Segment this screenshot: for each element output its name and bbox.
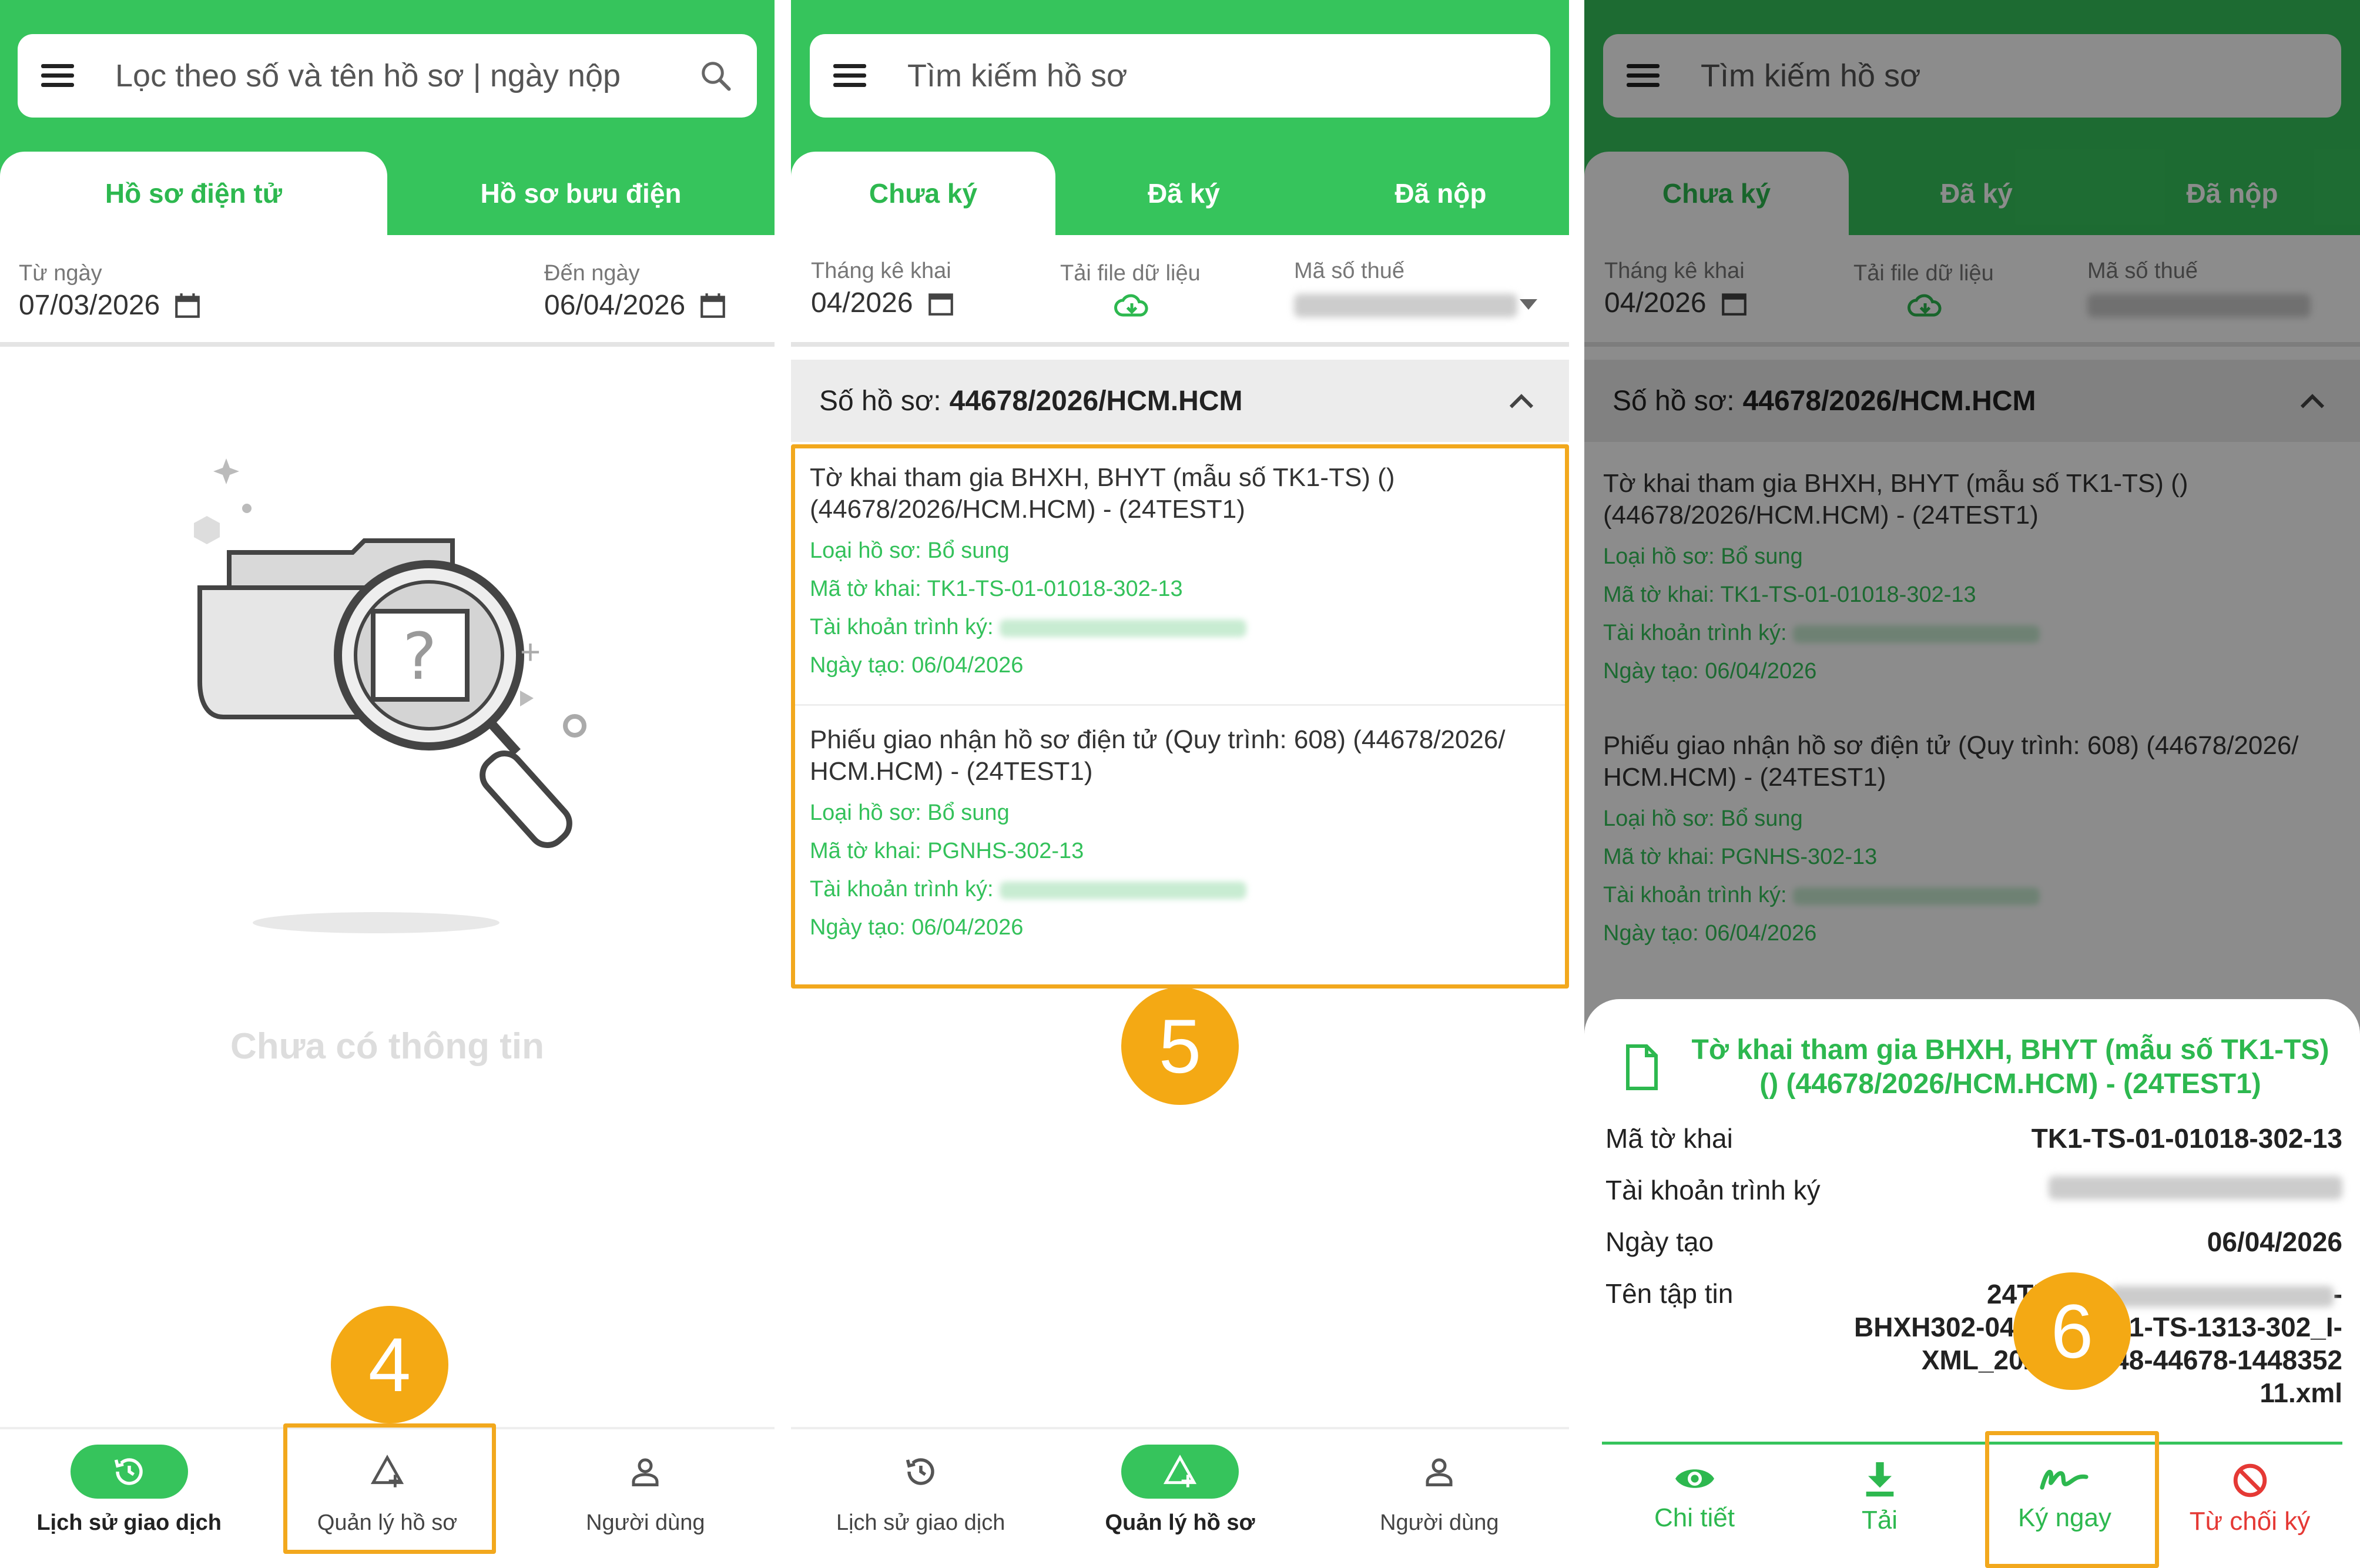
document-add-icon xyxy=(1163,1455,1197,1487)
account-label: Tài khoản trình ký xyxy=(1605,1175,1821,1205)
search-bar[interactable]: Lọc theo số và tên hồ sơ | ngày nộp xyxy=(18,34,757,118)
document-icon xyxy=(1626,1044,1658,1090)
step-highlight xyxy=(791,444,1569,989)
nav-document-management[interactable]: Quản lý hồ sơ xyxy=(1050,1429,1309,1568)
action-bar: Chi tiết Tải Ký ngay Từ chối ký xyxy=(1602,1442,2342,1568)
tax-code-value-redacted[interactable] xyxy=(1294,294,1517,317)
user-icon xyxy=(1426,1458,1453,1486)
account-value-redacted xyxy=(2049,1174,2342,1206)
svg-text:+: + xyxy=(520,632,541,672)
sheet-title: Tờ khai tham gia BHXH, BHYT (mẫu số TK1-… xyxy=(1691,1034,2329,1100)
screen-unsigned-documents: Tìm kiếm hồ sơ Chưa ký Đã ký Đã nộp Thán… xyxy=(791,0,1569,1568)
document-action-sheet: Tờ khai tham gia BHXH, BHYT (mẫu số TK1-… xyxy=(1584,999,2360,1568)
download-data-label[interactable]: Tải file dữ liệu xyxy=(1060,261,1201,286)
tab-electronic-records[interactable]: Hồ sơ điện tử xyxy=(0,152,387,235)
download-label: Tải xyxy=(1861,1506,1898,1535)
search-input[interactable]: Lọc theo số và tên hồ sơ | ngày nộp xyxy=(115,58,698,94)
month-field[interactable]: 04/2026 xyxy=(811,287,956,319)
bottom-navigation: Lịch sử giao dịch Quản lý hồ sơ Người dù… xyxy=(791,1427,1569,1568)
screen-document-management-empty: Lọc theo số và tên hồ sơ | ngày nộp Hồ s… xyxy=(0,0,775,1568)
empty-state-text: Chưa có thông tin xyxy=(230,1026,544,1067)
detail-row-account: Tài khoản trình ký xyxy=(1605,1174,2342,1206)
tax-code-label: Mã số thuế xyxy=(1294,259,1404,283)
to-date-label: Đến ngày xyxy=(544,261,640,286)
step-highlight xyxy=(1985,1431,2159,1568)
user-icon xyxy=(632,1458,659,1486)
nav-label: Lịch sử giao dịch xyxy=(36,1510,222,1535)
calendar-icon xyxy=(928,293,953,316)
detail-label: Chi tiết xyxy=(1654,1503,1735,1532)
nav-transaction-history[interactable]: Lịch sử giao dịch xyxy=(0,1429,258,1568)
to-date-field[interactable]: 06/04/2026 xyxy=(544,289,728,321)
screen-document-action-sheet: Tìm kiếm hồ sơ Chưa ký Đã ký Đã nộp Thán… xyxy=(1584,0,2360,1568)
search-icon[interactable] xyxy=(698,58,733,93)
record-number-value: 44678/2026/HCM.HCM xyxy=(949,385,1243,417)
history-icon xyxy=(906,1458,934,1485)
dropdown-icon[interactable] xyxy=(1520,299,1537,310)
step-badge: 6 xyxy=(2013,1272,2131,1390)
chevron-up-icon[interactable] xyxy=(1509,392,1534,410)
calendar-icon xyxy=(700,293,726,318)
nav-label: Người dùng xyxy=(586,1510,705,1535)
from-date-field[interactable]: 07/03/2026 xyxy=(19,289,202,321)
step-badge: 4 xyxy=(331,1306,448,1423)
filter-row: Tháng kê khai 04/2026 Tải file dữ liệu M… xyxy=(791,235,1569,347)
nav-label: Quản lý hồ sơ xyxy=(1105,1510,1255,1535)
history-icon xyxy=(114,1458,143,1485)
from-date-value: 07/03/2026 xyxy=(19,290,160,321)
nav-user[interactable]: Người dùng xyxy=(517,1429,775,1568)
filename-label: Tên tập tin xyxy=(1605,1278,1734,1309)
tab-unsigned[interactable]: Chưa ký xyxy=(791,152,1055,235)
block-icon xyxy=(2233,1463,2267,1497)
reject-sign-button[interactable]: Từ chối ký xyxy=(2157,1445,2342,1568)
eye-icon xyxy=(1675,1469,1714,1488)
created-value: 06/04/2026 xyxy=(2207,1227,2342,1257)
detail-row-code: Mã tờ khai TK1-TS-01-01018-302-13 xyxy=(1605,1123,2342,1154)
date-filters: Từ ngày 07/03/2026 Đến ngày 06/04/2026 xyxy=(0,235,775,347)
nav-transaction-history[interactable]: Lịch sử giao dịch xyxy=(791,1429,1050,1568)
calendar-icon xyxy=(175,293,200,318)
tab-bar: Chưa ký Đã ký Đã nộp xyxy=(791,152,1569,235)
download-button[interactable]: Tải xyxy=(1787,1445,1972,1568)
reject-sign-label: Từ chối ký xyxy=(2189,1507,2311,1536)
nav-user[interactable]: Người dùng xyxy=(1310,1429,1569,1568)
menu-icon[interactable] xyxy=(833,64,866,88)
created-label: Ngày tạo xyxy=(1605,1227,1714,1257)
search-bar[interactable]: Tìm kiếm hồ sơ xyxy=(810,34,1550,118)
month-value: 04/2026 xyxy=(811,287,913,319)
from-date-label: Từ ngày xyxy=(19,261,102,286)
detail-row-filename: Tên tập tin 24TEST1-- BHXH302-04-2026-TK… xyxy=(1605,1278,2342,1408)
code-value: TK1-TS-01-01018-302-13 xyxy=(2031,1123,2342,1154)
detail-row-created: Ngày tạo 06/04/2026 xyxy=(1605,1226,2342,1258)
nav-label: Người dùng xyxy=(1380,1510,1499,1535)
download-icon xyxy=(1866,1462,1893,1497)
empty-folder-illustration-icon: ? + xyxy=(194,458,586,933)
tab-submitted[interactable]: Đã nộp xyxy=(1312,152,1569,235)
step-highlight xyxy=(283,1423,496,1554)
record-group-header[interactable]: Số hồ sơ: 44678/2026/HCM.HCM xyxy=(791,360,1569,442)
svg-text:?: ? xyxy=(403,619,437,694)
search-input[interactable]: Tìm kiếm hồ sơ xyxy=(907,58,1527,94)
modal-backdrop[interactable] xyxy=(1584,0,2360,1046)
record-number-label: Số hồ sơ: xyxy=(819,385,941,417)
nav-label: Lịch sử giao dịch xyxy=(836,1510,1005,1535)
step-badge: 5 xyxy=(1121,987,1239,1105)
tab-bar: Hồ sơ điện tử Hồ sơ bưu điện xyxy=(0,152,775,235)
detail-button[interactable]: Chi tiết xyxy=(1602,1445,1787,1568)
tab-signed[interactable]: Đã ký xyxy=(1055,152,1312,235)
cloud-download-icon[interactable] xyxy=(1114,292,1149,321)
code-label: Mã tờ khai xyxy=(1605,1123,1733,1154)
month-label: Tháng kê khai xyxy=(811,259,951,283)
menu-icon[interactable] xyxy=(41,64,74,88)
tab-postal-records[interactable]: Hồ sơ bưu điện xyxy=(387,152,775,235)
to-date-value: 06/04/2026 xyxy=(544,290,686,321)
